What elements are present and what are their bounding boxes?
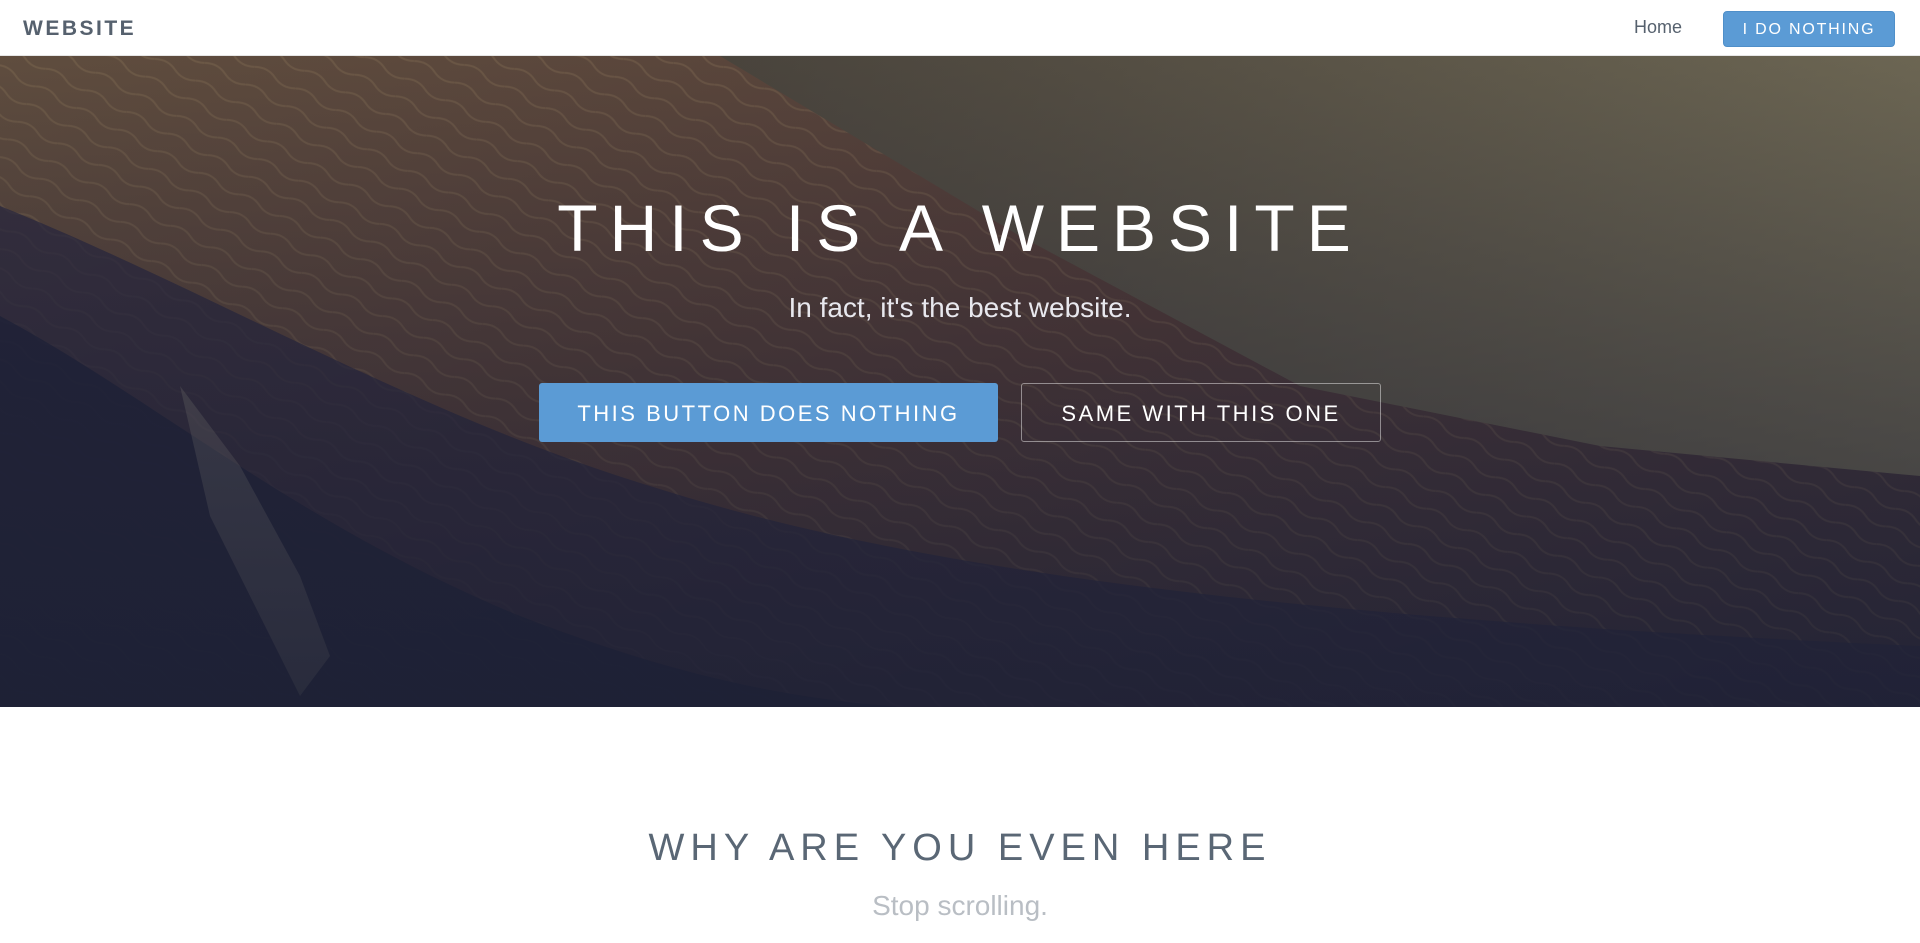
nav-action-button[interactable]: I DO NOTHING — [1723, 11, 1895, 47]
hero-background-image — [0, 56, 1920, 707]
hero-subtitle: In fact, it's the best website. — [788, 292, 1132, 323]
hero-primary-button[interactable]: THIS BUTTON DOES NOTHING — [539, 383, 998, 442]
brand-logo[interactable]: WEBSITE — [23, 17, 136, 41]
hero-secondary-button[interactable]: SAME WITH THIS ONE — [1021, 383, 1381, 442]
page: WEBSITE Home I DO NOTHING THIS IS A WEBS… — [0, 0, 1920, 943]
section-subtitle: Stop scrolling. — [872, 890, 1048, 921]
intro-section: WHY ARE YOU EVEN HERE Stop scrolling. — [0, 707, 1920, 943]
section-title: WHY ARE YOU EVEN HERE — [648, 827, 1272, 869]
nav-home-link[interactable]: Home — [1634, 17, 1682, 38]
hero-title: THIS IS A WEBSITE — [557, 191, 1363, 265]
top-navbar: WEBSITE Home I DO NOTHING — [0, 0, 1920, 56]
hero-banner: THIS IS A WEBSITE In fact, it's the best… — [0, 56, 1920, 707]
